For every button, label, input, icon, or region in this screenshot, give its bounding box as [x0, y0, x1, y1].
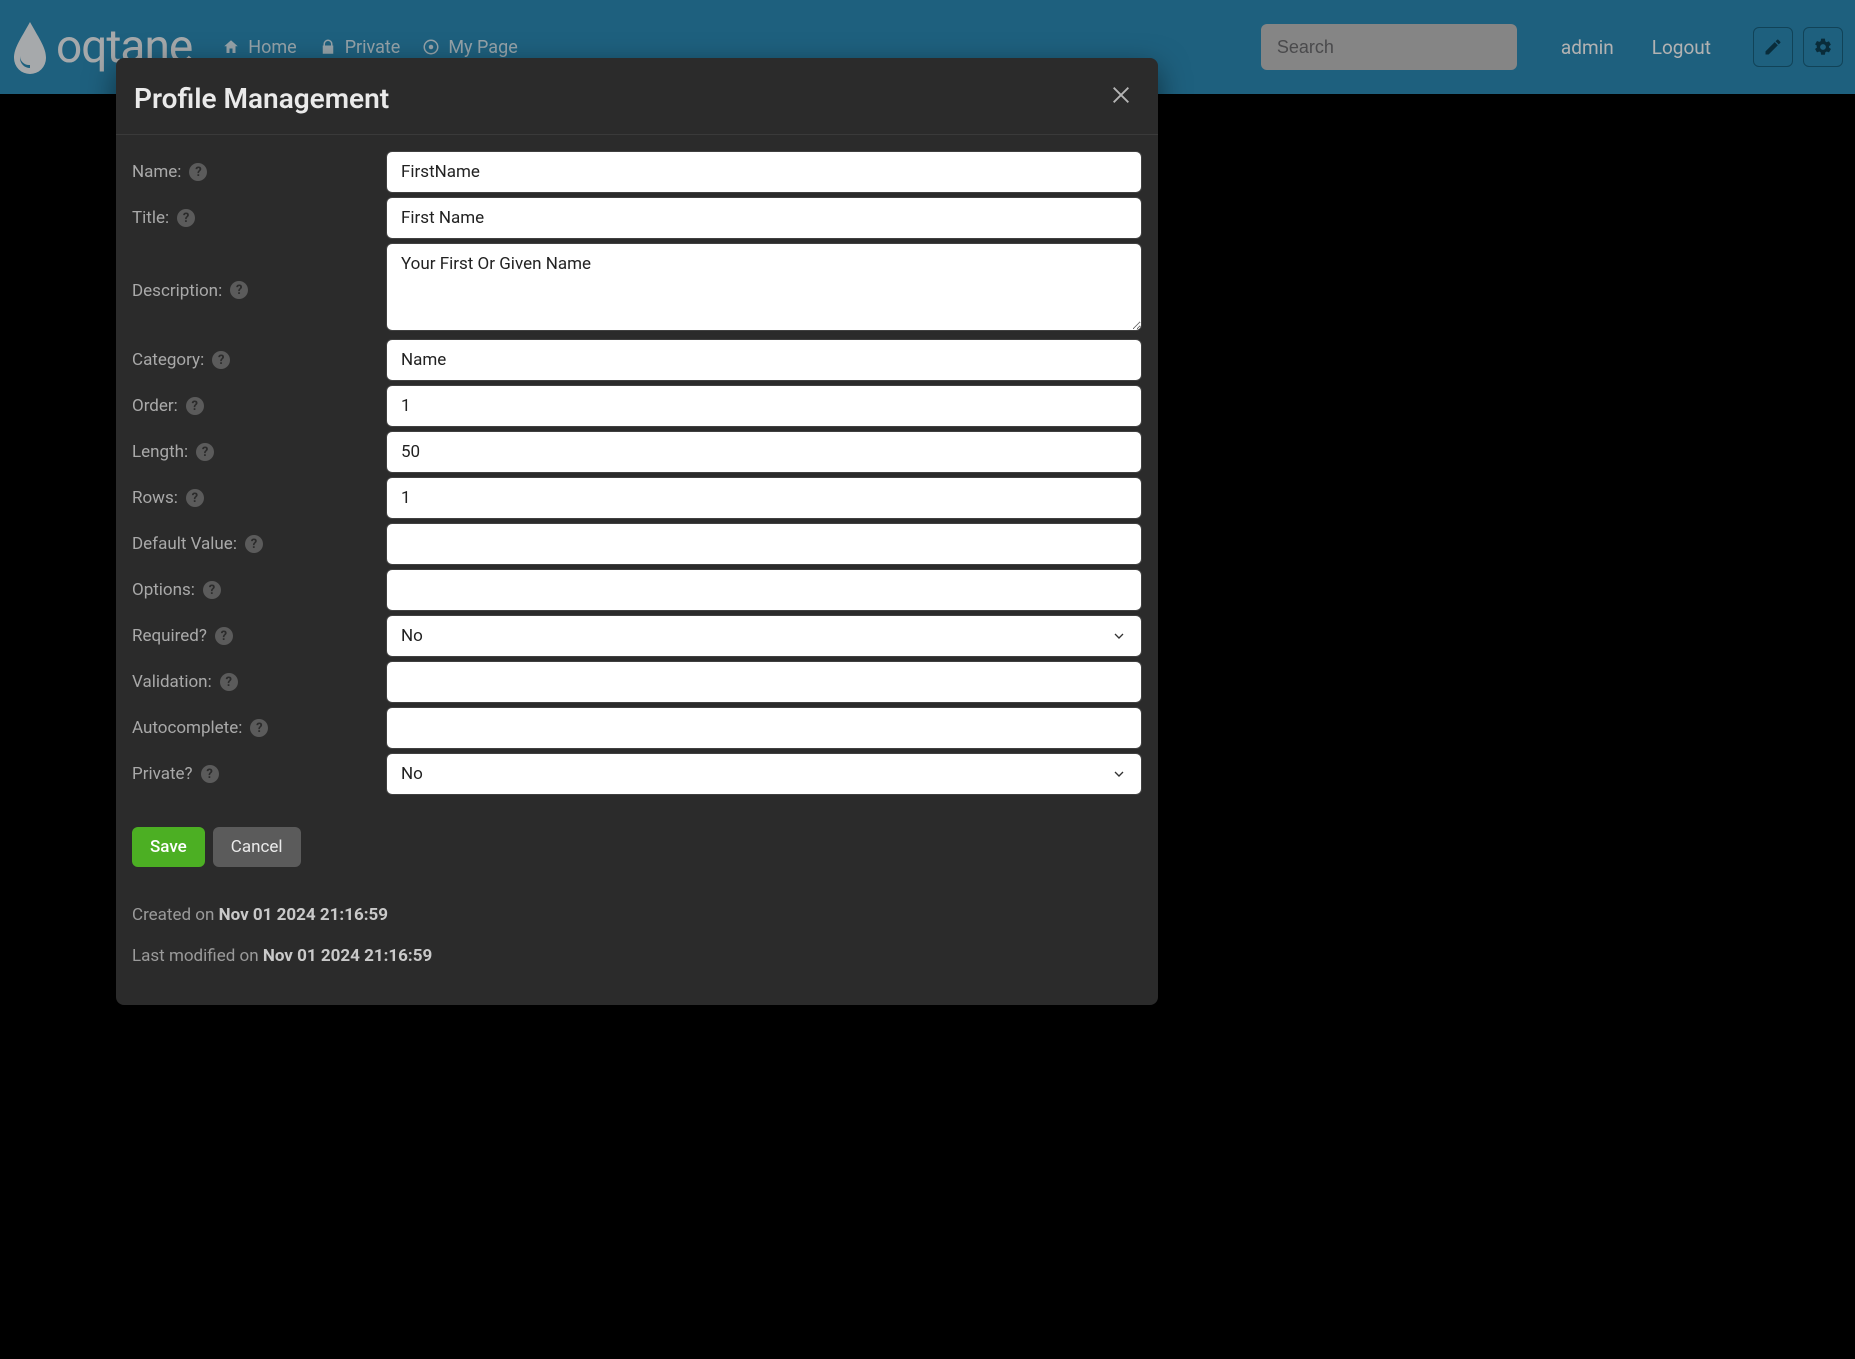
help-icon[interactable]: ?: [186, 397, 204, 415]
input-default[interactable]: [386, 523, 1142, 565]
help-icon[interactable]: ?: [230, 281, 248, 299]
input-autocomplete[interactable]: [386, 707, 1142, 749]
label-validation: Validation: ?: [132, 661, 386, 703]
user-links: admin Logout: [1561, 36, 1711, 59]
cancel-button[interactable]: Cancel: [213, 827, 301, 867]
help-icon[interactable]: ?: [245, 535, 263, 553]
help-icon[interactable]: ?: [201, 765, 219, 783]
profile-management-modal: Profile Management Name: ? Title: ? Desc…: [116, 58, 1158, 1005]
nav-private-label: Private: [345, 37, 401, 58]
label-name: Name: ?: [132, 151, 386, 193]
nav-mypage-label: My Page: [448, 37, 517, 58]
close-icon: [1110, 84, 1132, 106]
label-category: Category: ?: [132, 339, 386, 381]
chevron-down-icon: [1111, 766, 1127, 782]
input-description[interactable]: Your First Or Given Name: [386, 243, 1142, 331]
edit-button[interactable]: [1753, 27, 1793, 67]
input-rows[interactable]: [386, 477, 1142, 519]
gear-icon: [1813, 37, 1833, 57]
input-order[interactable]: [386, 385, 1142, 427]
label-description: Description: ?: [132, 243, 386, 335]
select-required[interactable]: No: [386, 615, 1142, 657]
label-autocomplete: Autocomplete: ?: [132, 707, 386, 749]
input-title[interactable]: [386, 197, 1142, 239]
lock-icon: [319, 38, 337, 56]
modal-close-button[interactable]: [1102, 80, 1140, 116]
modal-title: Profile Management: [134, 82, 389, 115]
help-icon[interactable]: ?: [189, 163, 207, 181]
modal-header: Profile Management: [116, 58, 1158, 135]
chevron-down-icon: [1111, 628, 1127, 644]
modal-actions: Save Cancel: [116, 803, 1158, 867]
help-icon[interactable]: ?: [196, 443, 214, 461]
created-date: Nov 01 2024 21:16:59: [219, 905, 388, 925]
logo-drop-icon: [10, 18, 50, 76]
select-required-value: No: [401, 626, 423, 646]
label-rows: Rows: ?: [132, 477, 386, 519]
created-prefix: Created on: [132, 905, 219, 925]
label-title: Title: ?: [132, 197, 386, 239]
input-validation[interactable]: [386, 661, 1142, 703]
input-options[interactable]: [386, 569, 1142, 611]
label-private: Private? ?: [132, 753, 386, 795]
help-icon[interactable]: ?: [215, 627, 233, 645]
settings-button[interactable]: [1803, 27, 1843, 67]
label-options: Options: ?: [132, 569, 386, 611]
search-input[interactable]: [1277, 37, 1509, 58]
input-name[interactable]: [386, 151, 1142, 193]
input-length[interactable]: [386, 431, 1142, 473]
home-icon: [222, 38, 240, 56]
label-default: Default Value: ?: [132, 523, 386, 565]
nav-home[interactable]: Home: [222, 37, 296, 58]
save-button[interactable]: Save: [132, 827, 205, 867]
modal-body: Name: ? Title: ? Description: ? Your Fir…: [116, 135, 1158, 803]
search-box[interactable]: [1261, 24, 1517, 70]
select-private-value: No: [401, 764, 423, 784]
user-admin-link[interactable]: admin: [1561, 36, 1614, 59]
help-icon[interactable]: ?: [186, 489, 204, 507]
help-icon[interactable]: ?: [203, 581, 221, 599]
modal-meta: Created on Nov 01 2024 21:16:59 Last mod…: [116, 867, 1158, 977]
nav-private[interactable]: Private: [319, 37, 401, 58]
nav-home-label: Home: [248, 37, 296, 58]
input-category[interactable]: [386, 339, 1142, 381]
label-length: Length: ?: [132, 431, 386, 473]
modified-date: Nov 01 2024 21:16:59: [263, 946, 432, 966]
label-order: Order: ?: [132, 385, 386, 427]
label-required: Required? ?: [132, 615, 386, 657]
target-icon: [422, 38, 440, 56]
modified-prefix: Last modified on: [132, 946, 263, 966]
nav-links: Home Private My Page: [222, 37, 518, 58]
logout-link[interactable]: Logout: [1652, 36, 1711, 59]
select-private[interactable]: No: [386, 753, 1142, 795]
help-icon[interactable]: ?: [212, 351, 230, 369]
help-icon[interactable]: ?: [220, 673, 238, 691]
nav-mypage[interactable]: My Page: [422, 37, 517, 58]
pencil-icon: [1763, 37, 1783, 57]
help-icon[interactable]: ?: [250, 719, 268, 737]
help-icon[interactable]: ?: [177, 209, 195, 227]
